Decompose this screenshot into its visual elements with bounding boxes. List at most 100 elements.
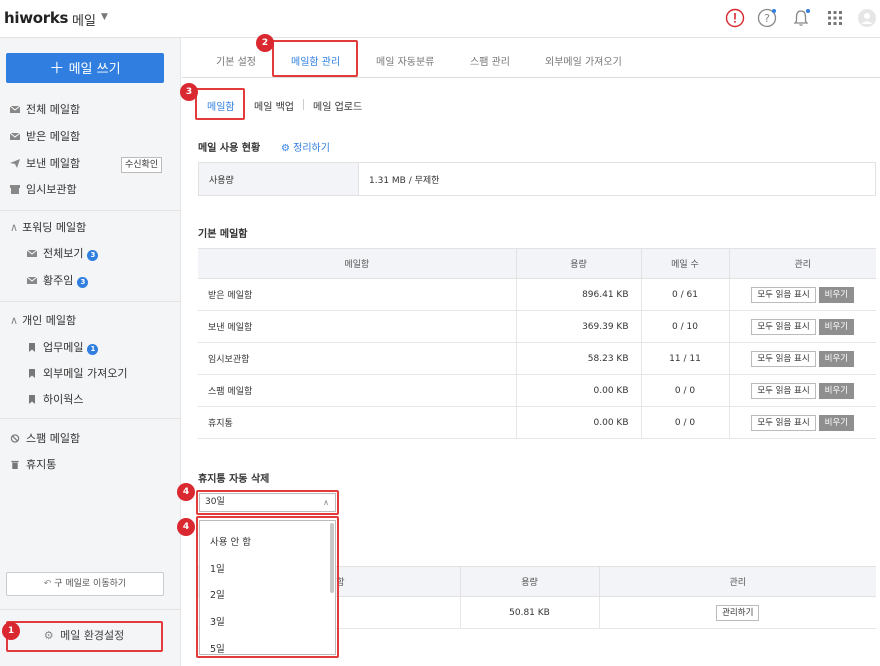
table-row: 받은 메일함 896.41 KB 0 / 61 모두 읽음 표시 비우기 [198, 278, 876, 311]
subtab-mail-backup[interactable]: 메일 백업 [254, 98, 294, 113]
chevron-down-icon[interactable]: ▼ [101, 12, 108, 22]
column-header: 메일 수 [641, 248, 730, 279]
trash-icon [11, 460, 19, 469]
alert-icon[interactable] [725, 8, 745, 28]
plus-icon: ＋ [49, 59, 65, 77]
mark-all-read-button[interactable]: 모두 읽음 표시 [751, 350, 816, 367]
basic-mailbox-table: 메일함 용량 메일 수 관리 받은 메일함 896.41 KB 0 / 61 모두 읽… [198, 248, 876, 439]
divider [0, 609, 181, 610]
user-avatar-icon[interactable] [857, 8, 877, 28]
mail-icon [27, 276, 37, 284]
manage-cell: 모두 읽음 표시 비우기 [729, 278, 876, 311]
compose-mail-button[interactable]: ＋ 메일 쓰기 [6, 53, 164, 83]
size-cell: 0.00 KB [516, 406, 642, 439]
manage-button[interactable]: 관리하기 [716, 604, 760, 621]
column-header: 관리 [729, 248, 876, 279]
mailbox-name-cell: 보낸 메일함 [198, 310, 517, 343]
bookmark-icon [29, 369, 35, 378]
chevron-up-icon: ∧ [10, 221, 19, 234]
manage-cell: 모두 읽음 표시 비우기 [729, 374, 876, 407]
empty-mailbox-button[interactable]: 비우기 [818, 382, 855, 399]
bell-icon[interactable] [791, 8, 811, 28]
table-row: 보낸 메일함 369.39 KB 0 / 10 모두 읽음 표시 비우기 [198, 310, 876, 343]
sidebar-item-forward-hwang[interactable]: 황주임 3 [27, 272, 89, 290]
apps-grid-icon[interactable] [825, 8, 845, 28]
return-arrow-icon: ↶ [43, 579, 52, 589]
highlight-box-select [196, 490, 339, 515]
sidebar-item-label: 휴지통 [26, 458, 57, 471]
empty-mailbox-button[interactable]: 비우기 [818, 286, 855, 303]
gear-icon: ⚙ [281, 143, 290, 154]
size-cell: 369.39 KB [516, 310, 642, 343]
mark-all-read-button[interactable]: 모두 읽음 표시 [751, 286, 816, 303]
count-cell: 0 / 10 [641, 310, 730, 343]
sidebar-item-label: 받은 메일함 [26, 130, 81, 143]
sidebar-item-label: 임시보관함 [26, 183, 77, 196]
sidebar-item-sent[interactable]: 보낸 메일함 [10, 155, 80, 173]
sidebar-item-drafts[interactable]: 임시보관함 [10, 181, 77, 199]
empty-mailbox-button[interactable]: 비우기 [818, 414, 855, 431]
table-row: 스팸 메일함 0.00 KB 0 / 0 모두 읽음 표시 비우기 [198, 374, 876, 407]
tab-auto-classify[interactable]: 메일 자동분류 [376, 53, 434, 68]
mark-all-read-button[interactable]: 모두 읽음 표시 [751, 382, 816, 399]
empty-mailbox-button[interactable]: 비우기 [818, 318, 855, 335]
count-cell: 0 / 0 [641, 374, 730, 407]
sidebar-item-inbox[interactable]: 받은 메일함 [10, 128, 80, 146]
divider [0, 301, 181, 302]
trash-auto-delete-title: 휴지통 자동 삭제 [198, 474, 270, 485]
step-marker: 4 [177, 518, 195, 536]
sidebar-item-spam[interactable]: 스팸 메일함 [10, 430, 80, 448]
hiworks-logo[interactable]: hiworks [4, 9, 68, 27]
sidebar-item-label: 전체보기 [43, 247, 84, 260]
tab-spam-manage[interactable]: 스팸 관리 [470, 53, 510, 68]
mail-icon [10, 105, 20, 113]
cleanup-link[interactable]: ⚙ 정리하기 [281, 139, 330, 154]
sidebar-item-trash[interactable]: 휴지통 [10, 456, 56, 474]
highlight-box-subtab [195, 88, 245, 120]
empty-mailbox-button[interactable]: 비우기 [818, 350, 855, 367]
help-icon[interactable]: ? [757, 8, 777, 28]
mail-icon [27, 249, 37, 257]
sidebar-item-work-mail[interactable]: 업무메일 1 [27, 339, 99, 357]
highlight-box-tab [272, 40, 358, 77]
manage-cell: 관리하기 [599, 596, 876, 629]
step-marker: 3 [180, 83, 198, 101]
personal-group-header[interactable]: ∧ 개인 메일함 [10, 312, 76, 330]
mailbox-name-cell: 휴지통 [198, 406, 517, 439]
group-title: 포워딩 메일함 [22, 221, 87, 234]
sidebar-item-all-mail[interactable]: 전체 메일함 [10, 101, 80, 119]
app-menu-label[interactable]: 메일 [72, 10, 96, 29]
tab-external-mail[interactable]: 외부메일 가져오기 [545, 53, 622, 68]
tab-basic-settings[interactable]: 기본 설정 [216, 53, 256, 68]
read-check-button[interactable]: 수신확인 [121, 157, 163, 173]
go-old-mail-button[interactable]: ↶ 구 메일로 이동하기 [6, 572, 164, 596]
highlight-box-settings [6, 621, 163, 652]
table-row: 임시보관함 58.23 KB 11 / 11 모두 읽음 표시 비우기 [198, 342, 876, 375]
sidebar-item-label: 업무메일 [43, 341, 84, 354]
divider [303, 99, 304, 110]
table-row: 휴지통 0.00 KB 0 / 0 모두 읽음 표시 비우기 [198, 406, 876, 439]
usage-label: 사용량 [209, 176, 234, 186]
sidebar-item-label: 보낸 메일함 [26, 157, 81, 170]
highlight-box-dropdown [196, 516, 339, 658]
unread-count-badge: 3 [77, 277, 89, 288]
sidebar-item-hiworks[interactable]: 하이웍스 [27, 391, 83, 409]
mailbox-name-cell: 스팸 메일함 [198, 374, 517, 407]
mail-icon [10, 132, 20, 140]
usage-value: 1.31 MB / 무제한 [369, 176, 440, 186]
subtab-mail-upload[interactable]: 메일 업로드 [313, 98, 362, 113]
sidebar-item-external-mail[interactable]: 외부메일 가져오기 [27, 365, 127, 383]
group-title: 개인 메일함 [22, 314, 77, 327]
size-cell: 50.81 KB [460, 596, 600, 629]
mark-all-read-button[interactable]: 모두 읽음 표시 [751, 318, 816, 335]
send-icon [10, 159, 20, 168]
sidebar-item-label: 하이웍스 [43, 393, 84, 406]
forward-group-header[interactable]: ∧ 포워딩 메일함 [10, 219, 86, 237]
sidebar-item-label: 스팸 메일함 [26, 432, 81, 445]
sidebar-item-forward-all[interactable]: 전체보기 3 [27, 245, 99, 263]
bookmark-icon [29, 343, 35, 352]
mark-all-read-button[interactable]: 모두 읽음 표시 [751, 414, 816, 431]
svg-text:?: ? [764, 12, 770, 25]
step-marker: 1 [2, 622, 20, 640]
manage-cell: 모두 읽음 표시 비우기 [729, 310, 876, 343]
